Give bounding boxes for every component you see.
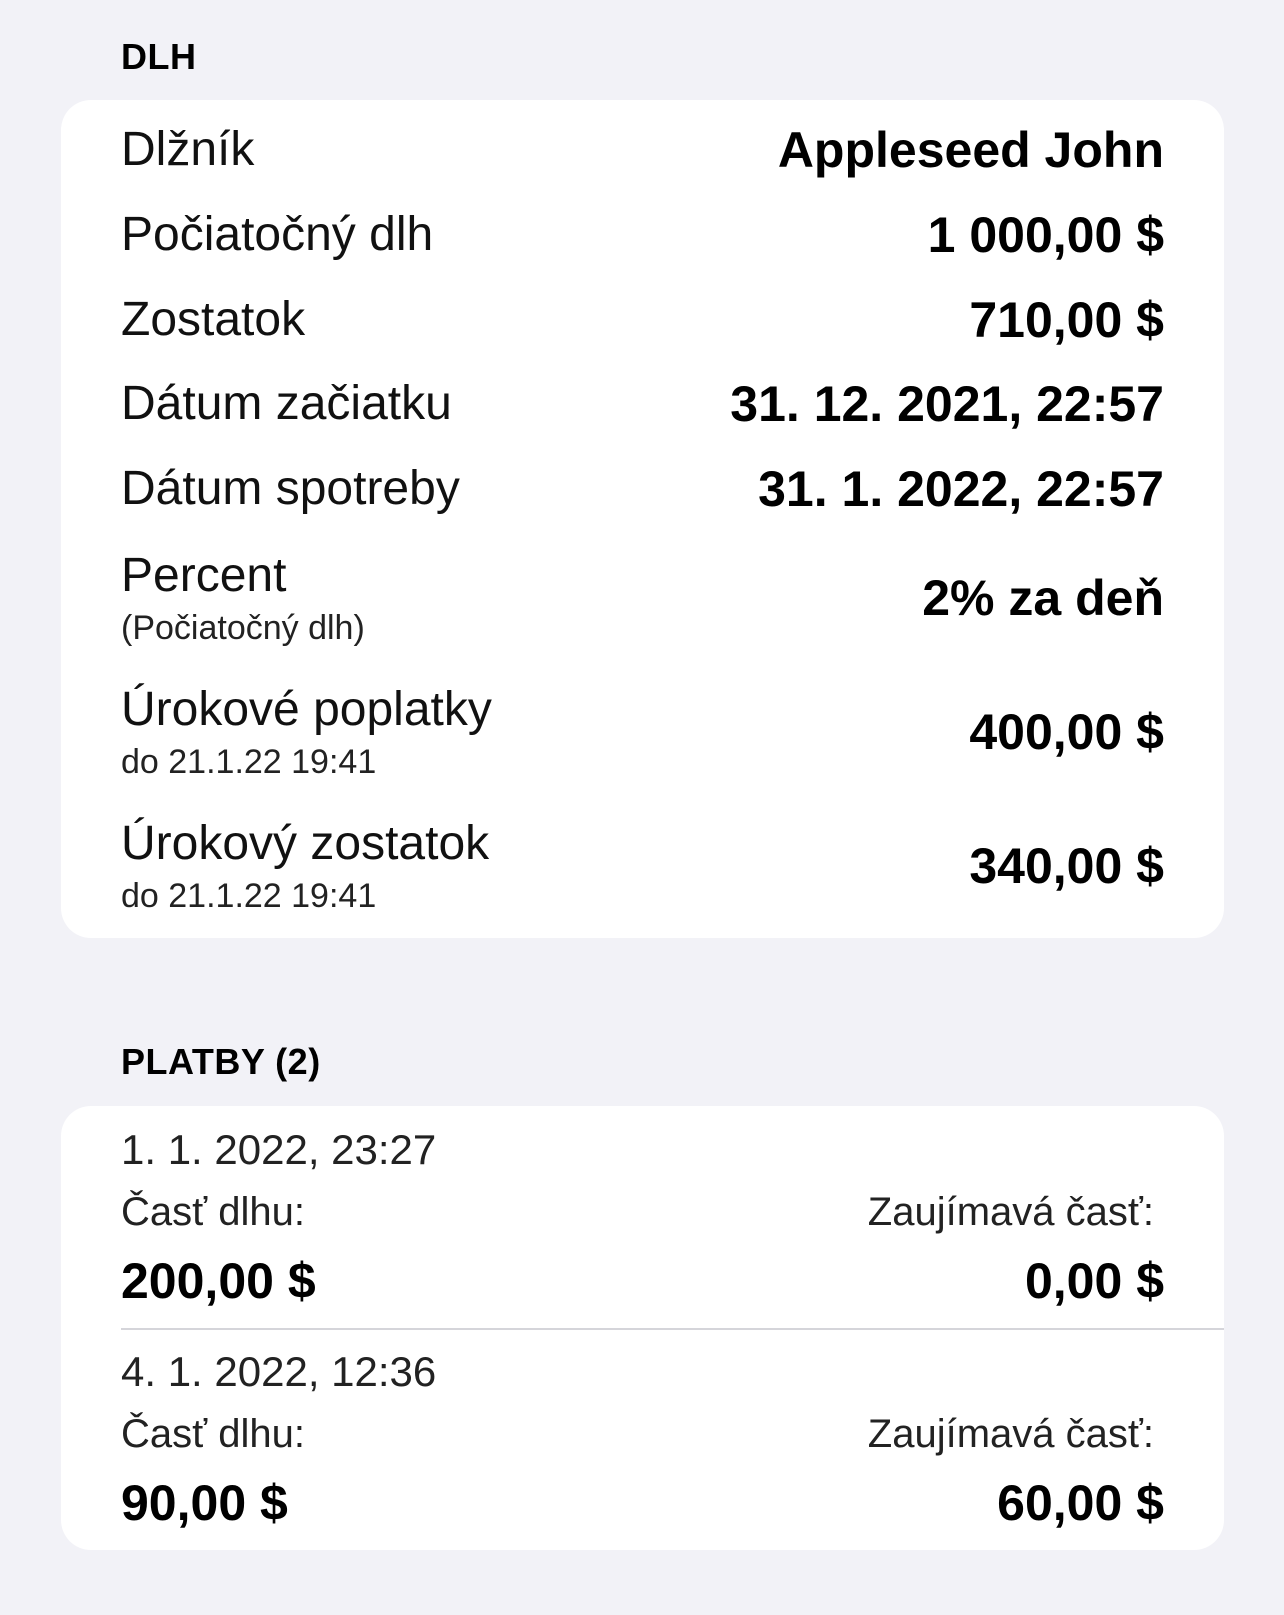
due-date-row: Dátum spotreby 31. 1. 2022, 22:57 [121,455,1164,523]
percent-label: Percent (Počiatočný dlh) [121,548,365,648]
interest-fees-sublabel: do 21.1.22 19:41 [121,743,377,782]
interest-part-value: 0,00 $ [1024,1253,1164,1309]
initial-debt-label: Počiatočný dlh [121,208,434,262]
payment-item[interactable]: 4. 1. 2022, 12:36 Časť dlhu: Zaujímavá č… [121,1330,1224,1550]
payment-date: 4. 1. 2022, 12:36 [121,1348,437,1395]
interest-part-label: Zaujímavá časť: [867,1412,1154,1456]
initial-debt-value: 1 000,00 $ [927,207,1164,263]
percent-value: 2% za deň [922,570,1164,626]
debtor-label: Dlžník [121,123,255,177]
interest-balance-sublabel: do 21.1.22 19:41 [121,877,377,916]
percent-row: Percent (Počiatočný dlh) 2% za deň [121,540,1164,656]
start-date-row: Dátum začiatku 31. 12. 2021, 22:57 [121,370,1164,438]
payments-card: 1. 1. 2022, 23:27 Časť dlhu: Zaujímavá č… [61,1106,1224,1550]
payment-date: 1. 1. 2022, 23:27 [121,1126,437,1173]
debt-section-title: DLH [121,36,197,77]
start-date-label: Dátum začiatku [121,377,452,431]
interest-balance-label-text: Úrokový zostatok [121,816,490,870]
interest-balance-value: 340,00 $ [969,838,1164,894]
interest-part-label: Zaujímavá časť: [867,1190,1154,1234]
interest-fees-label: Úrokové poplatky do 21.1.22 19:41 [121,682,492,782]
due-date-value: 31. 1. 2022, 22:57 [758,461,1164,517]
interest-fees-row: Úrokové poplatky do 21.1.22 19:41 400,00… [121,674,1164,790]
debt-details-card: Dlžník Appleseed John Počiatočný dlh 1 0… [61,100,1224,938]
debt-part-label: Časť dlhu: [121,1412,305,1456]
interest-part-value: 60,00 $ [997,1475,1164,1531]
interest-balance-row: Úrokový zostatok do 21.1.22 19:41 340,00… [121,808,1164,924]
debt-part-label: Časť dlhu: [121,1190,305,1234]
debtor-row: Dlžník Appleseed John [121,116,1164,184]
percent-label-text: Percent [121,548,287,602]
interest-fees-label-text: Úrokové poplatky [121,682,492,736]
payments-section-title: PLATBY (2) [121,1041,321,1082]
balance-row: Zostatok 710,00 $ [121,286,1164,354]
balance-label: Zostatok [121,293,306,347]
debt-part-value: 90,00 $ [121,1475,288,1531]
payment-item[interactable]: 1. 1. 2022, 23:27 Časť dlhu: Zaujímavá č… [121,1106,1224,1328]
interest-balance-label: Úrokový zostatok do 21.1.22 19:41 [121,816,489,916]
start-date-value: 31. 12. 2021, 22:57 [730,376,1164,432]
balance-value: 710,00 $ [969,292,1164,348]
initial-debt-row: Počiatočný dlh 1 000,00 $ [121,201,1164,269]
debtor-value: Appleseed John [777,122,1164,178]
debt-part-value: 200,00 $ [121,1253,316,1309]
percent-sublabel: (Počiatočný dlh) [121,609,365,648]
due-date-label: Dátum spotreby [121,462,460,516]
interest-fees-value: 400,00 $ [969,704,1164,760]
